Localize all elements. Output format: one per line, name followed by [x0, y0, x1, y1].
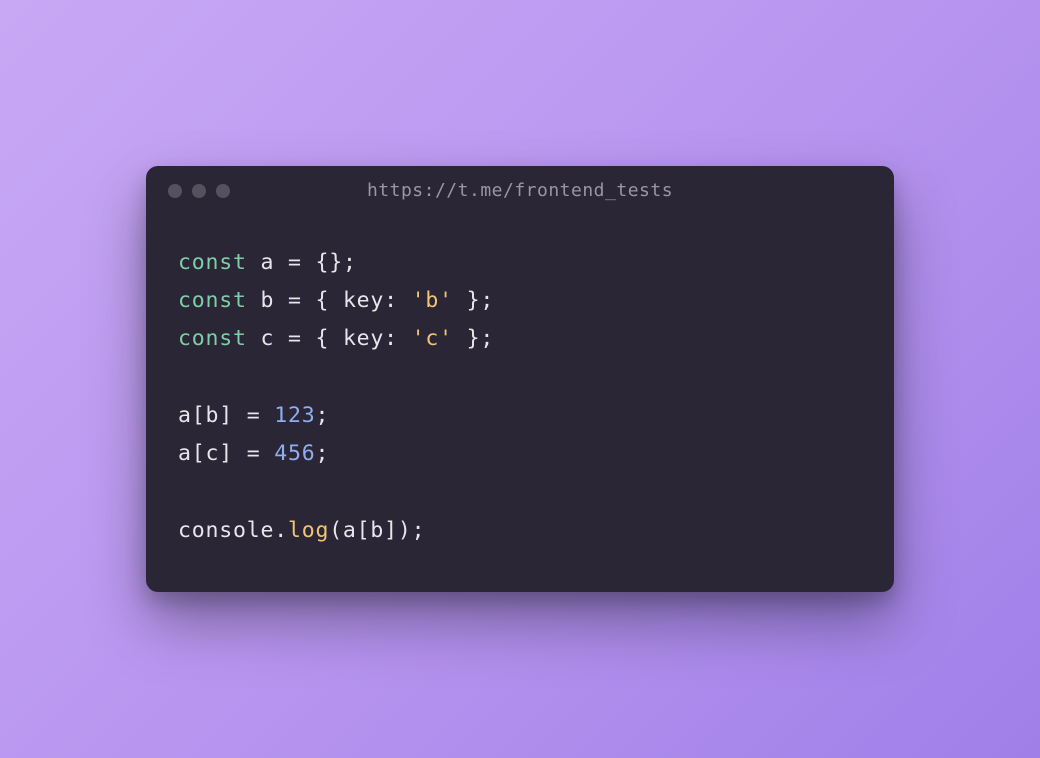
- token-default: ;: [315, 403, 329, 428]
- code-line: a[b] = 123;: [178, 397, 862, 435]
- token-default: c = { key:: [247, 326, 412, 351]
- token-keyword: const: [178, 288, 247, 313]
- traffic-lights: [168, 184, 230, 198]
- token-string: 'c': [412, 326, 453, 351]
- code-line: const c = { key: 'c' };: [178, 320, 862, 358]
- token-default: };: [453, 288, 494, 313]
- token-default: console.: [178, 518, 288, 543]
- token-default: ;: [315, 441, 329, 466]
- token-default: b = { key:: [247, 288, 412, 313]
- minimize-icon[interactable]: [192, 184, 206, 198]
- token-number: 456: [274, 441, 315, 466]
- code-window: https://t.me/frontend_tests const a = {}…: [146, 166, 894, 592]
- token-string: 'b': [412, 288, 453, 313]
- maximize-icon[interactable]: [216, 184, 230, 198]
- token-default: a[c] =: [178, 441, 274, 466]
- token-default: a[b] =: [178, 403, 274, 428]
- code-area: const a = {};const b = { key: 'b' };cons…: [146, 216, 894, 592]
- titlebar: https://t.me/frontend_tests: [146, 166, 894, 216]
- blank-line: [178, 359, 862, 397]
- code-line: a[c] = 456;: [178, 435, 862, 473]
- token-number: 123: [274, 403, 315, 428]
- token-default: (a[b]);: [329, 518, 425, 543]
- token-method: log: [288, 518, 329, 543]
- code-line: const a = {};: [178, 244, 862, 282]
- token-keyword: const: [178, 250, 247, 275]
- token-default: };: [453, 326, 494, 351]
- close-icon[interactable]: [168, 184, 182, 198]
- token-default: a = {};: [247, 250, 357, 275]
- token-keyword: const: [178, 326, 247, 351]
- code-line: console.log(a[b]);: [178, 512, 862, 550]
- blank-line: [178, 474, 862, 512]
- code-line: const b = { key: 'b' };: [178, 282, 862, 320]
- window-title: https://t.me/frontend_tests: [367, 180, 673, 201]
